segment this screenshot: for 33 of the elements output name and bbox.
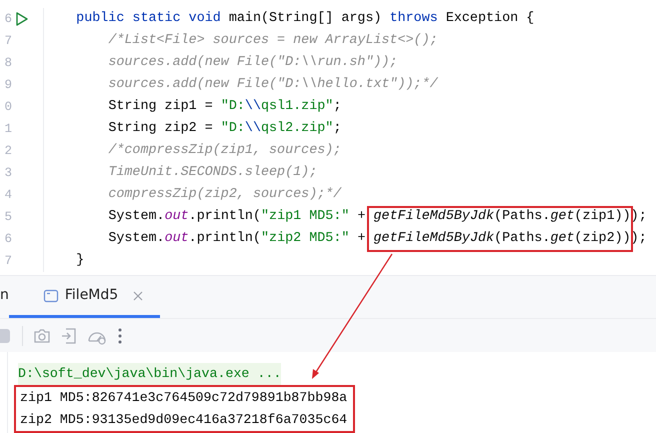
line-number: 7: [4, 34, 12, 48]
code-line: compressZip(zip2, sources);*/: [108, 186, 342, 204]
line-number: 7: [4, 254, 12, 268]
tab[interactable]: n: [0, 276, 9, 318]
code-line: TimeUnit.SECONDS.sleep(1);: [108, 164, 318, 182]
camera-icon[interactable]: [33, 328, 51, 344]
console-output: zip1 MD5:826741e3c764509c72d79891b87bb98a: [20, 389, 348, 407]
run-icon[interactable]: [16, 12, 28, 26]
exit-icon[interactable]: [61, 326, 77, 344]
line-number: 0: [4, 100, 12, 114]
line-number: 8: [4, 56, 12, 70]
code-line: sources.add(new File("D:\\hello.txt"));*/: [108, 76, 438, 94]
code-line: sources.add(new File("D:\\run.sh"));: [108, 54, 398, 72]
line-number: 1: [4, 122, 12, 136]
line-number: 6: [4, 232, 12, 246]
console-output: zip2 MD5:93135ed9d09ec416a37218f6a7035c64: [20, 411, 348, 429]
code-line: /*List<File> sources = new ArrayList<>();: [108, 32, 438, 50]
code-line: /*compressZip(zip1, sources);: [108, 142, 342, 160]
more-icon[interactable]: [117, 326, 123, 344]
line-number: 2: [4, 144, 12, 158]
code-line: String zip2 = "D:\\qsl2.zip";: [108, 120, 342, 138]
line-number: 5: [4, 210, 12, 224]
code-line: public static void main(String[] args) throws Exception {: [76, 10, 534, 28]
stop-icon[interactable]: [0, 328, 12, 344]
console-command: D:\soft_dev\java\bin\java.exe ...: [18, 363, 282, 385]
code-line: String zip1 = "D:\\qsl1.zip";: [108, 98, 342, 116]
console-icon: [42, 288, 59, 304]
line-number: 6: [4, 12, 12, 26]
line-number: 4: [4, 188, 12, 202]
line-number: 9: [4, 78, 12, 92]
line-number: 3: [4, 166, 12, 180]
code-line: }: [76, 252, 84, 270]
close-icon[interactable]: [132, 290, 144, 302]
